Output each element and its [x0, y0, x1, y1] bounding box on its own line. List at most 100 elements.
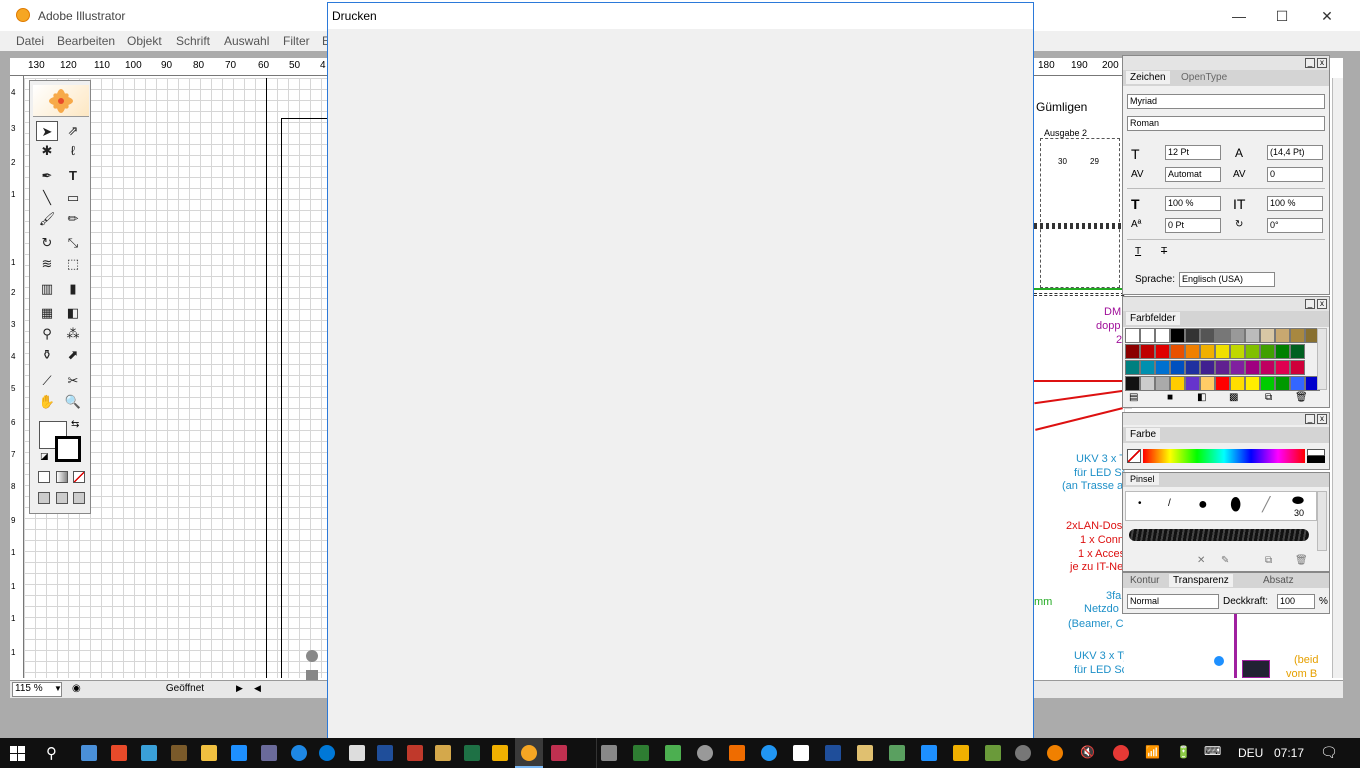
gradient-tool-icon[interactable]: ◧: [62, 303, 84, 323]
character-rotation-field[interactable]: 0°: [1267, 218, 1323, 233]
panel-close-button[interactable]: x: [1317, 414, 1327, 424]
color-swatch[interactable]: [1215, 344, 1230, 359]
brush-dot-small[interactable]: •: [1138, 498, 1142, 509]
tray-app-icon[interactable]: [1047, 745, 1063, 761]
blend-tool-icon[interactable]: ⁂: [62, 324, 84, 344]
color-swatch[interactable]: [1170, 344, 1185, 359]
color-swatch[interactable]: [1170, 376, 1185, 391]
color-swatch[interactable]: [1230, 328, 1245, 343]
show-gradient-swatches-icon[interactable]: ◧: [1197, 392, 1206, 403]
color-swatch[interactable]: [1275, 376, 1290, 391]
swap-colors-icon[interactable]: ⇆: [71, 419, 79, 430]
font-family-select[interactable]: Myriad: [1127, 94, 1325, 109]
keyboard-app-icon[interactable]: [141, 745, 157, 761]
color-swatch[interactable]: [1125, 360, 1140, 375]
tab-opentype[interactable]: OpenType: [1177, 71, 1231, 84]
brush-line-thin[interactable]: /: [1168, 498, 1171, 509]
panel-close-button[interactable]: x: [1317, 299, 1327, 309]
clock[interactable]: 07:17: [1274, 746, 1304, 760]
taskbar-app-icon[interactable]: [985, 745, 1001, 761]
panel-close-button[interactable]: x: [1317, 58, 1327, 68]
white-color-icon[interactable]: [1307, 449, 1325, 456]
swatch-libraries-icon[interactable]: ▤: [1129, 392, 1138, 403]
taskbar-app-icon[interactable]: [697, 745, 713, 761]
baseline-shift-field[interactable]: 0 Pt: [1165, 218, 1221, 233]
color-spectrum[interactable]: [1143, 449, 1305, 463]
battery-icon[interactable]: 🔋: [1176, 745, 1191, 759]
status-arrow-right-icon[interactable]: ▶: [236, 683, 243, 694]
keyboard-icon[interactable]: ⌨: [1204, 744, 1221, 758]
delete-brush-icon[interactable]: 🗑: [1295, 555, 1308, 566]
color-swatch[interactable]: [1140, 360, 1155, 375]
file-explorer-icon[interactable]: [201, 745, 217, 761]
color-swatch[interactable]: [1260, 376, 1275, 391]
volume-muted-icon[interactable]: 🔇: [1080, 745, 1095, 759]
tab-pinsel[interactable]: Pinsel: [1126, 473, 1159, 485]
scale-tool-icon[interactable]: ⤡: [62, 233, 84, 253]
panel-minimize-button[interactable]: _: [1305, 414, 1315, 424]
remove-brush-stroke-icon[interactable]: ✕: [1197, 555, 1205, 566]
taskbar-app-icon[interactable]: [889, 745, 905, 761]
none-mode-icon[interactable]: [73, 471, 85, 483]
taskbar-app-icon[interactable]: [921, 745, 937, 761]
color-swatch[interactable]: [1155, 376, 1170, 391]
brush-oval-30[interactable]: ⬬: [1292, 492, 1304, 509]
color-swatch[interactable]: [1155, 328, 1170, 343]
color-swatch[interactable]: [1275, 344, 1290, 359]
strikethrough-icon[interactable]: T: [1161, 246, 1167, 257]
color-swatch[interactable]: [1290, 328, 1305, 343]
windows-start-icon[interactable]: [10, 746, 25, 761]
color-swatch[interactable]: [1230, 360, 1245, 375]
slice-tool-icon[interactable]: ⟋: [36, 371, 58, 391]
color-swatch[interactable]: [1200, 376, 1215, 391]
close-button[interactable]: ✕: [1304, 4, 1350, 28]
color-swatch[interactable]: [1230, 376, 1245, 391]
new-brush-icon[interactable]: ⧉: [1265, 555, 1272, 566]
color-swatch[interactable]: [1185, 376, 1200, 391]
color-swatch[interactable]: [1215, 360, 1230, 375]
menu-objekt[interactable]: Objekt: [127, 34, 162, 48]
taskbar-app-icon[interactable]: [377, 745, 393, 761]
color-swatch[interactable]: [1290, 376, 1305, 391]
calculator-icon[interactable]: [349, 745, 365, 761]
show-color-swatches-icon[interactable]: ■: [1167, 392, 1173, 403]
color-swatch[interactable]: [1245, 376, 1260, 391]
color-swatch[interactable]: [1155, 344, 1170, 359]
dialog-title-bar[interactable]: Drucken: [328, 3, 1033, 29]
brush-options-icon[interactable]: ✎: [1221, 555, 1229, 566]
underline-icon[interactable]: T: [1135, 246, 1141, 257]
brush-dot-large[interactable]: ●: [1198, 496, 1208, 514]
panel-minimize-button[interactable]: _: [1305, 299, 1315, 309]
menu-auswahl[interactable]: Auswahl: [224, 34, 269, 48]
taskbar-app-icon[interactable]: [953, 745, 969, 761]
tab-transparenz[interactable]: Transparenz: [1169, 574, 1233, 587]
selection-tool-icon[interactable]: ➤: [36, 121, 58, 141]
taskbar-app-icon[interactable]: [81, 745, 97, 761]
color-swatch[interactable]: [1185, 328, 1200, 343]
screen-mode-full-icon[interactable]: [73, 492, 85, 504]
panel-minimize-button[interactable]: _: [1305, 58, 1315, 68]
tab-absatz[interactable]: Absatz: [1259, 574, 1298, 587]
menu-bearbeiten[interactable]: Bearbeiten: [57, 34, 115, 48]
lasso-tool-icon[interactable]: ℓ: [62, 141, 84, 161]
hand-tool-icon[interactable]: ✋: [36, 392, 58, 412]
color-swatch[interactable]: [1215, 328, 1230, 343]
magic-wand-tool-icon[interactable]: ✱: [36, 141, 58, 161]
screen-mode-full-menu-icon[interactable]: [56, 492, 68, 504]
none-color-icon[interactable]: [1127, 449, 1141, 463]
color-swatch[interactable]: [1275, 328, 1290, 343]
edge-icon[interactable]: [319, 745, 335, 761]
status-menu-icon[interactable]: ◉: [72, 683, 81, 694]
color-swatch[interactable]: [1125, 376, 1140, 391]
color-swatch[interactable]: [1200, 328, 1215, 343]
taskbar-app-icon[interactable]: [729, 745, 745, 761]
taskbar-app-icon[interactable]: [793, 745, 809, 761]
color-swatch[interactable]: [1125, 328, 1140, 343]
graph-tool-icon[interactable]: ▮: [62, 279, 84, 299]
taskbar-app-icon[interactable]: [551, 745, 567, 761]
tab-zeichen[interactable]: Zeichen: [1126, 71, 1170, 84]
gradient-mode-icon[interactable]: [56, 471, 68, 483]
taskbar-illustrator-active[interactable]: [515, 738, 543, 768]
notifications-icon[interactable]: 🗨: [1320, 744, 1338, 761]
color-swatch[interactable]: [1260, 360, 1275, 375]
